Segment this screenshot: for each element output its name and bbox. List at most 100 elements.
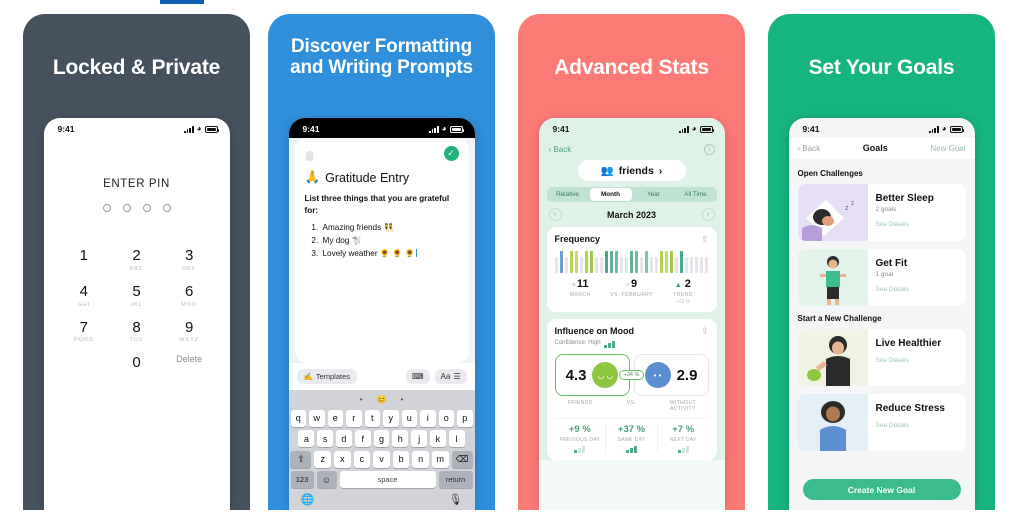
key-o[interactable]: o [438, 409, 454, 427]
key-d[interactable]: d [336, 430, 352, 447]
back-button[interactable]: ‹ Back [798, 144, 821, 153]
keypad-key-7[interactable]: 7 PQRS [58, 319, 111, 343]
predictive-bar[interactable]: • 😊 • [291, 393, 473, 406]
goal-card-better-sleep[interactable]: zz Better Sleep 2 goals See Details [797, 184, 966, 241]
numbers-key[interactable]: 123 [290, 471, 314, 488]
onscreen-keyboard[interactable]: • 😊 • q w e r t y u i o p a s d f g h j … [288, 390, 475, 510]
segment-month[interactable]: Month [589, 188, 632, 201]
prediction-2[interactable]: 😊 [377, 395, 387, 404]
frequency-stat: ×11 MARCH [555, 278, 606, 305]
mic-icon[interactable]: 🎙 [449, 493, 463, 506]
activity-label: friends [618, 164, 654, 177]
key-e[interactable]: e [327, 409, 343, 427]
prev-month-button[interactable]: ‹ [548, 208, 562, 221]
keypad-key-9[interactable]: 9 WXYZ [163, 319, 216, 343]
key-k[interactable]: k [429, 430, 446, 447]
keypad-key-0[interactable]: 0 [110, 355, 163, 371]
space-key[interactable]: space [339, 471, 436, 488]
mood-cell-bars [606, 446, 657, 453]
emoji-icon[interactable]: ☺ [316, 471, 337, 488]
keyboard-row-4[interactable]: 123 ☺ space return [290, 471, 473, 488]
segment-relative[interactable]: Relative [547, 187, 589, 202]
see-details-link[interactable]: See Details [876, 221, 958, 228]
segment-all-time[interactable]: All Time [675, 187, 717, 202]
chevron-right-icon: › [658, 164, 663, 177]
goal-card-get-fit[interactable]: Get Fit 1 goal See Details [797, 249, 966, 306]
templates-button[interactable]: ✍ Templates [296, 369, 358, 384]
globe-icon[interactable]: 🌐 [301, 493, 315, 506]
month-selector[interactable]: ‹ March 2023 › [547, 202, 717, 227]
keyboard-bottom-row[interactable]: 🌐 🎙 [291, 488, 473, 508]
key-p[interactable]: p [457, 409, 473, 427]
key-h[interactable]: h [392, 430, 409, 447]
key-b[interactable]: b [392, 450, 410, 468]
keyboard-row-1[interactable]: q w e r t y u i o p [290, 409, 473, 427]
see-details-link[interactable]: See Details [876, 422, 958, 429]
key-c[interactable]: c [353, 450, 371, 468]
keypad-key-6[interactable]: 6 MNO [163, 283, 216, 307]
back-label: Back [553, 145, 572, 154]
key-y[interactable]: y [383, 409, 399, 427]
trash-icon[interactable] [305, 148, 314, 161]
save-note-button[interactable]: ✓ [443, 146, 459, 161]
key-f[interactable]: f [354, 430, 371, 447]
key-l[interactable]: l [448, 430, 465, 447]
goal-card-live-healthier[interactable]: Live Healthier See Details [797, 329, 966, 386]
backspace-icon[interactable]: ⌫ [451, 450, 473, 468]
key-t[interactable]: t [364, 409, 380, 427]
key-r[interactable]: r [346, 409, 362, 427]
frequency-stat: ×9 VS. FEBRUARY [606, 278, 657, 305]
key-x[interactable]: x [334, 450, 351, 468]
keypad-delete-button[interactable]: Delete [163, 354, 216, 371]
key-g[interactable]: g [373, 430, 390, 447]
key-i[interactable]: i [420, 409, 436, 427]
see-details-link[interactable]: See Details [876, 286, 958, 293]
frequency-bar [564, 257, 569, 273]
keyboard-row-3[interactable]: ⇧ z x c v b n m ⌫ [290, 450, 473, 468]
editor-toolbar[interactable]: ✍ Templates ⌨ Aa ☰ [288, 363, 475, 390]
keypad-key-5[interactable]: 5 JKL [110, 283, 163, 307]
status-bar: 9:41 ◕ [789, 118, 975, 138]
key-z[interactable]: z [314, 450, 332, 468]
keyboard-row-2[interactable]: a s d f g h j k l [291, 430, 473, 447]
section-heading-new-challenge: Start a New Challenge [797, 314, 882, 323]
key-s[interactable]: s [317, 430, 334, 447]
info-icon[interactable]: i [703, 144, 715, 155]
key-v[interactable]: v [373, 450, 390, 468]
key-u[interactable]: u [401, 409, 417, 427]
return-key[interactable]: return [438, 471, 473, 488]
keypad-key-1[interactable]: 1 [58, 248, 111, 272]
prediction-1[interactable]: • [360, 395, 363, 404]
key-n[interactable]: n [412, 450, 429, 468]
keyboard-icon[interactable]: ⌨ [405, 369, 430, 384]
key-w[interactable]: w [309, 409, 325, 427]
share-icon[interactable]: ⇧ [701, 234, 709, 245]
segment-year[interactable]: Year [633, 187, 675, 202]
goal-card-reduce-stress[interactable]: Reduce Stress See Details [797, 394, 966, 451]
keypad-key-2[interactable]: 2 ABC [110, 248, 163, 272]
prediction-3[interactable]: • [400, 395, 403, 404]
enter-pin-label: ENTER PIN [103, 178, 170, 190]
frequency-bar [699, 257, 704, 273]
share-icon[interactable]: ⇧ [701, 326, 709, 337]
shift-icon[interactable]: ⇧ [290, 450, 312, 468]
key-j[interactable]: j [411, 430, 427, 447]
pin-keypad[interactable]: 1 2 ABC 3 DEF 4 GHI 5 JKL 6 MNO 7 PQRS 8… [44, 248, 230, 371]
keypad-key-8[interactable]: 8 TUV [110, 319, 163, 343]
stat-number: 11 [576, 278, 589, 290]
key-a[interactable]: a [298, 430, 315, 447]
keypad-key-4[interactable]: 4 GHI [58, 283, 111, 307]
key-m[interactable]: m [431, 450, 449, 468]
format-button[interactable]: Aa ☰ [434, 369, 467, 384]
note-editor[interactable]: ✓ 🙏 Gratitude Entry List three things th… [294, 138, 469, 363]
key-q[interactable]: q [290, 409, 306, 427]
new-goal-button[interactable]: New Goal [930, 144, 965, 153]
back-button[interactable]: ‹ Back [549, 145, 572, 154]
keypad-key-3[interactable]: 3 DEF [163, 248, 216, 272]
see-details-link[interactable]: See Details [876, 357, 958, 364]
create-new-goal-button[interactable]: Create New Goal [802, 479, 961, 500]
activity-selector[interactable]: 👥 friends › [577, 160, 686, 181]
goal-title: Get Fit [875, 258, 908, 269]
next-month-button[interactable]: › [701, 208, 715, 221]
range-segmented-control[interactable]: Relative Month Year All Time [546, 187, 717, 202]
